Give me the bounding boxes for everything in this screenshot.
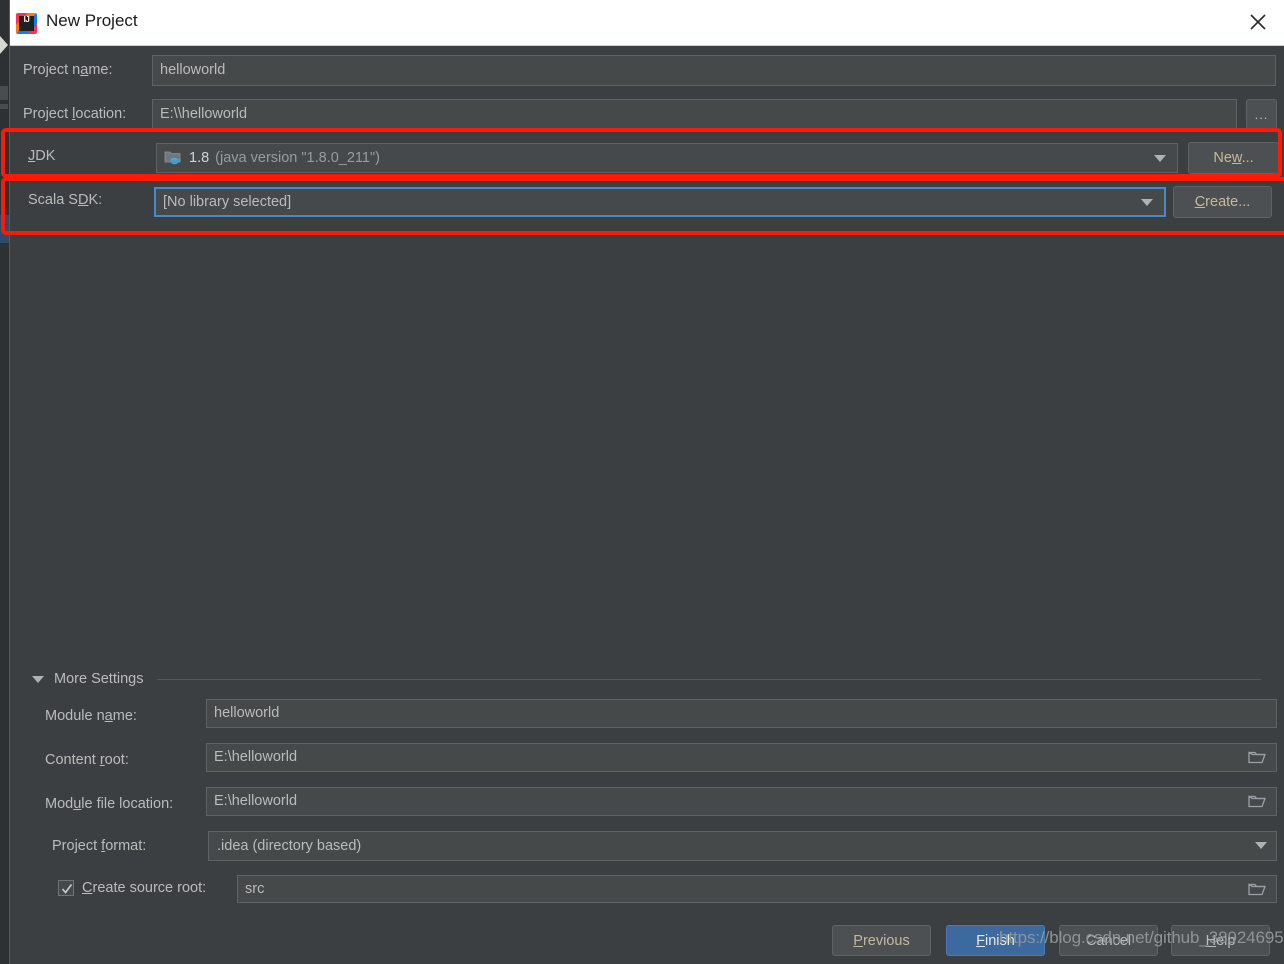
jdk-label: JDK [28,148,56,164]
previous-button[interactable]: Previous [832,925,931,956]
more-settings-label: More Settings [54,671,144,687]
jdk-combobox[interactable]: 1.8 (java version "1.8.0_211") [156,143,1178,173]
backdrop-left-strip [0,0,9,964]
project-format-label: Project format: [52,838,147,854]
dialog-titlebar: IJ New Project [10,0,1284,46]
content-root-folder-icon[interactable] [1248,750,1266,765]
previous-button-label: Previous [853,932,910,949]
jdk-version-value: 1.8 [189,150,210,166]
backdrop-toolwindow-stripe-b [0,104,8,109]
finish-button[interactable]: Finish [946,925,1045,956]
jdk-new-button[interactable]: New... [1188,142,1279,174]
content-root-input[interactable]: E:\helloworld [206,743,1277,772]
module-file-location-input[interactable]: E:\helloworld [206,787,1277,816]
project-format-combobox[interactable]: .idea (directory based) [208,831,1277,861]
more-settings-collapse-icon[interactable] [32,676,44,683]
more-settings-separator [157,679,1261,680]
module-file-location-label: Module file location: [45,796,174,812]
help-button[interactable]: Help [1171,925,1270,956]
new-project-dialog: IJ New Project Project name: helloworld … [1,0,1284,964]
close-icon[interactable] [1235,0,1281,45]
finish-button-label: Finish [976,932,1015,949]
scala-sdk-label: Scala SDK: [28,192,103,208]
jdk-chevron-down-icon[interactable] [1154,155,1166,162]
module-name-input[interactable]: helloworld [206,699,1277,728]
project-name-input[interactable]: helloworld [152,55,1276,86]
scala-sdk-create-button[interactable]: Create... [1173,186,1272,218]
jdk-version-detail: (java version "1.8.0_211") [215,150,380,166]
dialog-title: New Project [46,11,138,30]
create-source-root-label: Create source root: [82,880,207,896]
scala-sdk-chevron-down-icon[interactable] [1141,199,1153,206]
create-source-root-input[interactable]: src [237,875,1277,903]
content-root-label: Content root: [45,752,129,768]
backdrop-cursor-arrow-icon [0,36,8,54]
cancel-button[interactable]: Cancel [1059,925,1158,956]
project-location-label: Project location: [23,106,127,122]
create-source-root-checkbox[interactable] [58,880,74,896]
module-name-label: Module name: [45,708,137,724]
scala-sdk-create-button-label: Create... [1194,194,1251,210]
project-format-chevron-down-icon[interactable] [1255,842,1267,849]
project-location-browse-button[interactable]: ... [1246,99,1277,130]
java-sdk-icon [164,149,181,165]
intellij-idea-logo-icon: IJ [16,13,37,34]
backdrop-toolwindow-stripe-a [0,86,8,100]
module-file-location-folder-icon[interactable] [1248,794,1266,809]
backdrop-selection-strip [0,215,9,243]
help-button-label: Help [1205,932,1236,949]
create-source-root-folder-icon[interactable] [1248,882,1266,897]
jdk-new-button-label: New... [1213,150,1254,166]
project-location-input[interactable]: E:\\helloworld [152,99,1237,130]
project-name-label: Project name: [23,62,113,78]
scala-sdk-combobox[interactable]: [No library selected] [154,187,1166,217]
